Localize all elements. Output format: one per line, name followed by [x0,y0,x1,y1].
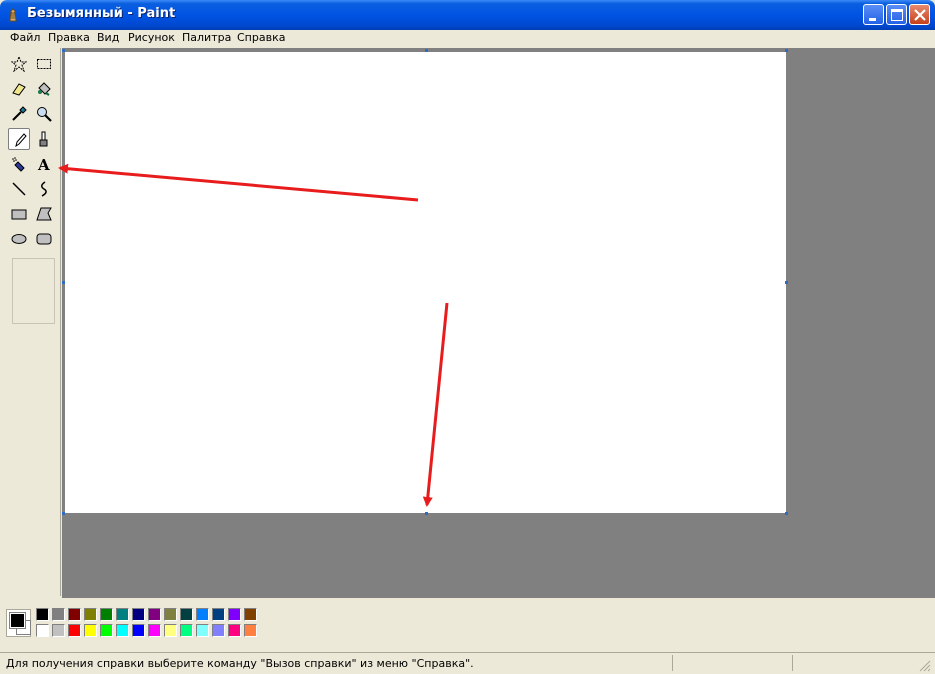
color-swatch[interactable] [100,608,113,621]
color-swatch[interactable] [180,608,193,621]
color-swatch[interactable] [244,608,257,621]
color-palette [0,598,935,650]
tool-line[interactable] [8,178,30,200]
tool-brush[interactable] [33,128,55,150]
color-swatch[interactable] [52,624,65,637]
menu-colors[interactable]: Палитра [182,31,231,44]
tool-text[interactable]: A [33,153,55,175]
color-swatch[interactable] [180,624,193,637]
paint-app-icon [9,8,17,22]
menu-image[interactable]: Рисунок [128,31,175,44]
svg-text:A: A [37,156,50,172]
tool-pencil[interactable] [8,128,30,150]
tool-rect-select[interactable] [33,53,55,75]
color-swatch[interactable] [36,608,49,621]
color-swatch[interactable] [52,608,65,621]
foreground-color [9,612,26,629]
color-swatch[interactable] [228,624,241,637]
color-swatch[interactable] [148,608,161,621]
tool-polygon[interactable] [33,203,55,225]
status-pane-size [792,655,911,671]
status-pane-position [672,655,791,671]
color-swatch[interactable] [84,624,97,637]
status-text: Для получения справки выберите команду "… [6,657,474,670]
color-swatch[interactable] [212,624,225,637]
color-swatch[interactable] [164,624,177,637]
tool-pick-color[interactable] [8,103,30,125]
resize-handle-bottom[interactable] [425,512,428,515]
tool-airbrush[interactable] [8,153,30,175]
toolbox: A [2,48,61,596]
color-swatch[interactable] [36,624,49,637]
menu-view[interactable]: Вид [97,31,119,44]
rectangle-icon [11,209,27,220]
workspace [62,48,935,598]
eraser-icon [12,83,26,96]
color-swatch[interactable] [116,624,129,637]
tool-curve[interactable] [33,178,55,200]
color-swatch[interactable] [244,624,257,637]
color-swatch[interactable] [132,608,145,621]
text-tool-icon: A [37,156,50,172]
color-swatch[interactable] [68,624,81,637]
rect-select-icon [37,59,51,69]
curve-icon [41,181,47,197]
close-button[interactable] [909,4,930,25]
window-title: Безымянный - Paint [27,6,176,21]
color-swatch[interactable] [164,608,177,621]
color-swatch[interactable] [84,608,97,621]
free-form-select-icon [11,56,27,72]
color-swatch[interactable] [116,608,129,621]
tool-free-form-select[interactable] [8,53,30,75]
ellipse-icon [11,234,27,244]
line-icon [12,182,26,196]
tool-fill[interactable] [33,78,55,100]
color-swatch[interactable] [132,624,145,637]
drawing-canvas[interactable] [65,52,786,513]
color-swatch[interactable] [148,624,161,637]
color-swatch[interactable] [228,608,241,621]
color-swatch[interactable] [212,608,225,621]
resize-handle-bottom-left [62,512,65,515]
pencil-icon [15,133,27,148]
paint-window: Безымянный - Paint Файл Правка Вид Рисун… [0,0,935,674]
resize-handle-top-right [785,49,788,52]
menu-edit[interactable]: Правка [48,31,90,44]
tool-ellipse[interactable] [8,228,30,250]
menu-file[interactable]: Файл [10,31,40,44]
tool-rounded-rectangle[interactable] [33,228,55,250]
minimize-button[interactable] [863,4,884,25]
resize-handle-top-left [62,49,65,52]
resize-handle-bottom-right[interactable] [785,512,788,515]
color-swatch[interactable] [68,608,81,621]
maximize-icon [891,9,903,21]
brush-icon [39,131,48,147]
fill-bucket-icon [38,82,51,96]
resize-handle-top [425,49,428,52]
tool-options-box[interactable] [12,258,55,324]
current-colors[interactable] [6,609,31,637]
color-swatch[interactable] [196,608,209,621]
maximize-button[interactable] [886,4,907,25]
title-bar[interactable]: Безымянный - Paint [0,0,935,30]
eyedropper-icon [12,106,27,121]
magnifier-icon [37,107,52,122]
tool-eraser[interactable] [8,78,30,100]
resize-grip-icon[interactable] [918,659,932,673]
airbrush-icon [12,157,25,172]
color-swatch[interactable] [100,624,113,637]
menu-help[interactable]: Справка [237,31,285,44]
resize-handle-right[interactable] [785,281,788,284]
close-icon [914,9,926,21]
tool-rectangle[interactable] [8,203,30,225]
status-bar: Для получения справки выберите команду "… [0,652,935,674]
tool-magnifier[interactable] [33,103,55,125]
minimize-icon [869,18,876,21]
color-swatch[interactable] [196,624,209,637]
polygon-icon [36,207,52,221]
menu-bar: Файл Правка Вид Рисунок Палитра Справка [0,30,935,46]
rounded-rectangle-icon [36,233,52,245]
resize-handle-left [62,281,65,284]
